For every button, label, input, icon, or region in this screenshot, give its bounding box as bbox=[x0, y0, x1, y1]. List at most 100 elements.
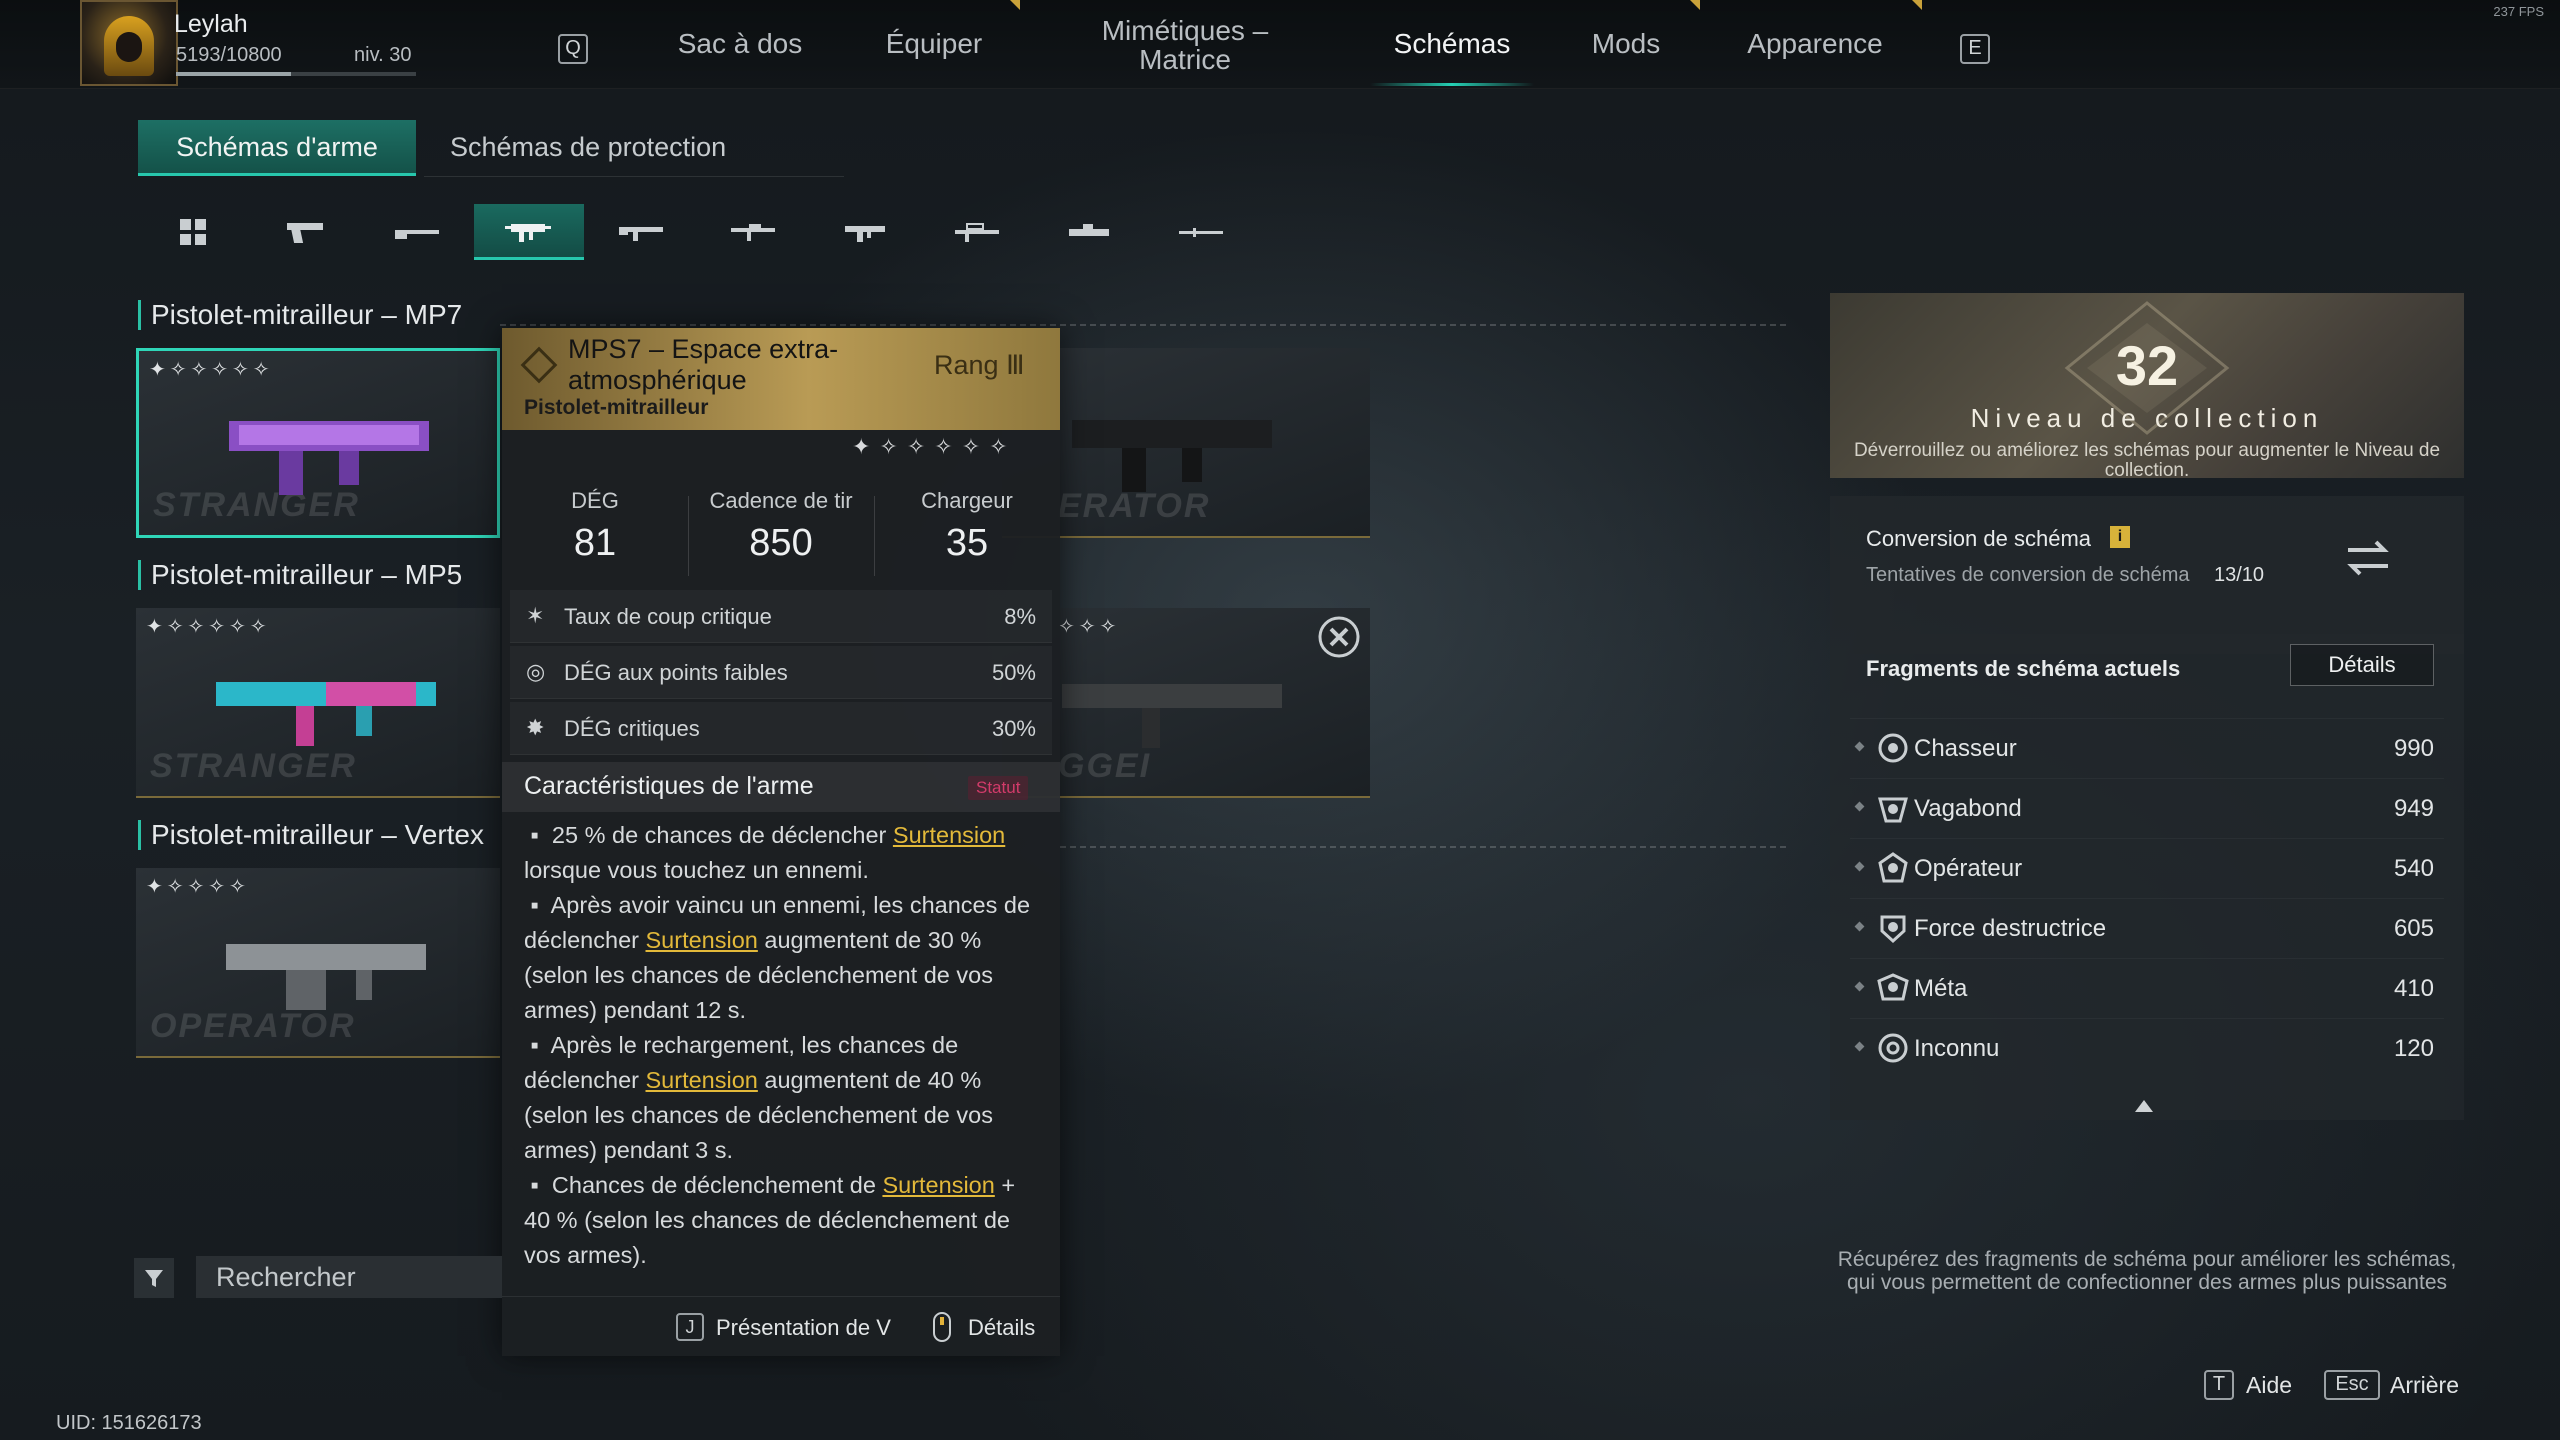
stat-fire-rate: Cadence de tir 850 bbox=[696, 488, 866, 565]
help-label[interactable]: Aide bbox=[2246, 1372, 2292, 1399]
fragments-details-button[interactable]: Détails bbox=[2290, 644, 2434, 686]
filter-smg[interactable] bbox=[474, 204, 584, 260]
back-label[interactable]: Arrière bbox=[2390, 1372, 2459, 1399]
fragment-row-operator: Opérateur 540 bbox=[1850, 838, 2444, 897]
keyword-link[interactable]: Surtension bbox=[646, 1067, 758, 1093]
fragment-value: 605 bbox=[2393, 915, 2434, 942]
feature-text: Chances de déclenchement de bbox=[551, 1172, 883, 1198]
meta-icon bbox=[1877, 973, 1909, 1001]
subtab-weapon-blueprints[interactable]: Schémas d'arme bbox=[138, 120, 416, 176]
lock-icon bbox=[1318, 616, 1360, 658]
filter-battle-rifle[interactable] bbox=[698, 204, 808, 260]
tab-equip[interactable]: Équiper bbox=[864, 28, 1004, 60]
section-divider bbox=[1060, 846, 1786, 848]
tooltip-rank: Rang Ⅲ bbox=[934, 350, 1025, 380]
collection-level-description: Déverrouillez ou améliorez les schémas p… bbox=[1853, 440, 2441, 479]
crit-rate-icon: ✶ bbox=[526, 603, 545, 628]
prop-value: 8% bbox=[1004, 604, 1036, 629]
sniper-icon bbox=[955, 223, 999, 242]
filter-button[interactable] bbox=[134, 1258, 174, 1298]
prop-name: Taux de coup critique bbox=[564, 604, 772, 629]
subtab-protection-blueprints[interactable]: Schémas de protection bbox=[424, 120, 844, 177]
stat-value: 35 bbox=[945, 522, 989, 564]
prop-crit-rate: ✶ Taux de coup critique 8% bbox=[510, 590, 1052, 643]
status-badge: Statut bbox=[968, 776, 1029, 800]
keyword-link[interactable]: Surtension bbox=[882, 1172, 994, 1198]
presentation-key[interactable]: J bbox=[676, 1313, 704, 1341]
collapse-caret-icon[interactable] bbox=[2135, 1100, 2153, 1112]
stat-value: 81 bbox=[573, 522, 617, 564]
fragment-value: 540 bbox=[2393, 855, 2434, 882]
nav-next-key[interactable]: E bbox=[1960, 34, 1990, 64]
filter-assault-rifle[interactable] bbox=[586, 204, 696, 260]
fragment-name: Vagabond bbox=[1914, 795, 2022, 822]
operator-icon bbox=[1878, 852, 1908, 883]
filter-crossbow[interactable] bbox=[1034, 204, 1144, 260]
search-box[interactable] bbox=[196, 1256, 502, 1298]
presentation-label[interactable]: Présentation de V bbox=[716, 1315, 891, 1341]
blueprint-tooltip: MPS7 – Espace extra-atmosphérique Pistol… bbox=[502, 328, 1060, 1356]
filter-pistol[interactable] bbox=[250, 204, 360, 260]
keyword-link[interactable]: Surtension bbox=[893, 822, 1005, 848]
lmg-icon bbox=[845, 226, 885, 242]
prop-name: DÉG critiques bbox=[564, 716, 700, 741]
blueprint-conversion-panel[interactable]: Conversion de schéma i Tentatives de con… bbox=[1830, 496, 2464, 654]
card-stars: ✦✧✧✧✧✧ bbox=[146, 616, 271, 638]
tab-backpack[interactable]: Sac à dos bbox=[660, 28, 820, 60]
blueprint-card-mp7-stranger[interactable]: ✦✧✧✧✧✧ STRANGER bbox=[136, 348, 500, 538]
section-divider bbox=[500, 324, 1786, 326]
player-avatar[interactable] bbox=[80, 0, 178, 86]
player-level: niv. 30 bbox=[354, 44, 412, 66]
mouse-icon bbox=[933, 1312, 951, 1342]
conversion-title: Conversion de schéma bbox=[1866, 526, 2092, 551]
collection-level-value: 32 bbox=[2115, 334, 2179, 397]
search-input[interactable] bbox=[196, 1256, 496, 1298]
filter-melee[interactable] bbox=[1146, 204, 1256, 260]
fragment-name: Opérateur bbox=[1914, 855, 2023, 882]
blueprint-fragments-panel: Fragments de schéma actuels Détails Chas… bbox=[1830, 634, 2464, 1120]
section-title-mp5: Pistolet-mitrailleur – MP5 bbox=[138, 560, 462, 590]
filter-sniper[interactable] bbox=[922, 204, 1032, 260]
fragment-row-vagabond: Vagabond 949 bbox=[1850, 778, 2444, 837]
fragment-name: Méta bbox=[1914, 975, 1968, 1002]
melee-icon bbox=[1179, 228, 1223, 237]
tooltip-header: MPS7 – Espace extra-atmosphérique Pistol… bbox=[502, 328, 1060, 430]
feature-item: ▪ Après le rechargement, les chances de … bbox=[524, 1032, 993, 1163]
rarity-diamond-icon bbox=[520, 346, 558, 384]
filter-lmg[interactable] bbox=[810, 204, 920, 260]
tab-blueprints[interactable]: Schémas bbox=[1370, 28, 1534, 60]
details-label[interactable]: Détails bbox=[968, 1315, 1035, 1341]
swap-icon[interactable] bbox=[2340, 534, 2396, 582]
keyword-link[interactable]: Surtension bbox=[646, 927, 758, 953]
info-icon[interactable]: i bbox=[2110, 526, 2130, 548]
vagabond-icon bbox=[1878, 797, 1908, 823]
prop-value: 30% bbox=[991, 716, 1036, 741]
blueprint-card-mp5-stranger[interactable]: ✦✧✧✧✧✧ STRANGER bbox=[136, 608, 500, 798]
tooltip-title: MPS7 – Espace extra-atmosphérique bbox=[568, 334, 839, 395]
stat-label: DÉG bbox=[571, 488, 619, 513]
subtab-protection-label: Schémas de protection bbox=[450, 132, 727, 162]
filter-all[interactable] bbox=[138, 204, 248, 260]
stat-magazine: Chargeur 35 bbox=[882, 488, 1052, 565]
feature-item: ▪ 25 % de chances de déclencher Surtensi… bbox=[524, 822, 1006, 883]
blueprint-card-vertex-operator[interactable]: ✦✧✧✧✧ OPERATOR bbox=[136, 868, 500, 1058]
prop-value: 50% bbox=[991, 660, 1036, 685]
tab-mimetic-matrix[interactable]: Mimétiques – Matrice bbox=[1080, 16, 1290, 74]
collection-level-label: Niveau de collection bbox=[1970, 403, 2324, 433]
crossbow-icon bbox=[1069, 224, 1109, 236]
weakspot-icon: ◎ bbox=[526, 659, 546, 684]
filter-shotgun[interactable] bbox=[362, 204, 472, 260]
tooltip-weapon-type: Pistolet-mitrailleur bbox=[524, 396, 709, 419]
weapon-mp5-icon bbox=[1062, 684, 1282, 748]
feature-text: lorsque vous touchez un ennemi. bbox=[524, 857, 869, 883]
fragment-name: Inconnu bbox=[1914, 1035, 2000, 1062]
weapon-features-header: Caractéristiques de l'arme Statut bbox=[502, 762, 1060, 812]
fragment-value: 120 bbox=[2393, 1035, 2434, 1062]
fragment-row-destructive-force: Force destructrice 605 bbox=[1850, 898, 2444, 957]
tab-mods[interactable]: Mods bbox=[1566, 28, 1686, 60]
nav-prev-key[interactable]: Q bbox=[558, 34, 588, 64]
help-key[interactable]: T bbox=[2204, 1370, 2234, 1400]
back-key[interactable]: Esc bbox=[2324, 1370, 2380, 1400]
crit-damage-icon: ✸ bbox=[526, 715, 545, 740]
tab-appearance[interactable]: Apparence bbox=[1730, 28, 1900, 60]
